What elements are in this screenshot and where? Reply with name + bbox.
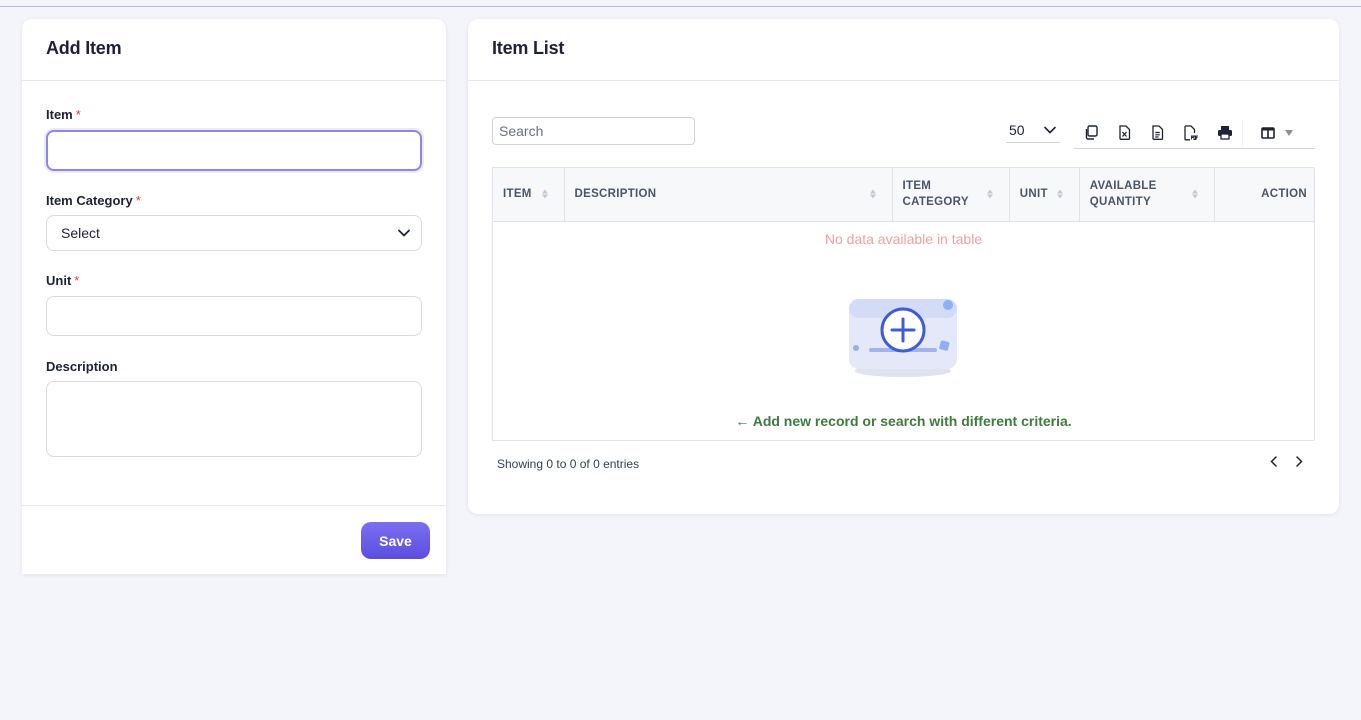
next-page-button[interactable] — [1294, 453, 1304, 469]
unit-input[interactable] — [46, 296, 422, 336]
pagination — [1268, 453, 1304, 469]
top-bar — [0, 0, 1361, 7]
columns-icon — [1261, 126, 1275, 139]
item-input[interactable] — [46, 130, 422, 171]
print-button[interactable] — [1208, 120, 1242, 146]
column-header-available-quantity[interactable]: AVAILABLE QUANTITY — [1079, 168, 1215, 222]
description-textarea[interactable] — [46, 381, 422, 457]
item-category-select[interactable]: Select — [46, 215, 422, 251]
excel-icon — [1119, 125, 1130, 140]
category-field-group: Item Category * Select — [46, 193, 422, 251]
pdf-button[interactable] — [1175, 120, 1209, 146]
empty-table-message: No data available in table — [824, 231, 983, 247]
item-category-label: Item Category * — [46, 193, 141, 208]
table-toolbar: 50 — [492, 117, 1315, 149]
column-header-action: ACTION — [1214, 168, 1314, 222]
sort-icon — [1191, 189, 1198, 199]
add-item-title: Add Item — [46, 38, 122, 58]
description-field-group: Description — [46, 359, 422, 457]
empty-table-hint: ← Add new record or search with differen… — [735, 413, 1072, 429]
item-label: Item * — [46, 107, 81, 122]
sort-icon — [986, 189, 993, 199]
arrow-left-icon: ← — [735, 413, 750, 429]
column-header-description[interactable]: DESCRIPTION — [564, 168, 893, 222]
column-visibility-button[interactable] — [1241, 119, 1312, 146]
csv-button[interactable] — [1141, 120, 1175, 146]
required-mark: * — [74, 273, 80, 288]
chevron-down-icon — [1044, 126, 1056, 133]
add-record-illustration-icon — [849, 299, 957, 377]
sort-icon — [869, 189, 876, 199]
previous-page-button[interactable] — [1268, 453, 1278, 469]
table-header-row: ITEM DESCRIPTION ITEM CATEGORY UNIT AVAI… — [493, 168, 1314, 222]
add-item-card: Add Item Item * Item Category * Select Uni… — [22, 19, 446, 574]
copy-button[interactable] — [1074, 120, 1108, 146]
add-item-footer: Save — [22, 505, 446, 574]
unit-label: Unit * — [46, 273, 80, 288]
column-header-item[interactable]: ITEM — [493, 168, 565, 222]
item-list-header: Item List — [468, 19, 1339, 81]
page-length-select[interactable]: 50 — [1006, 117, 1060, 143]
item-list-title: Item List — [492, 38, 565, 58]
column-header-item-category[interactable]: ITEM CATEGORY — [892, 168, 1010, 222]
item-table: ITEM DESCRIPTION ITEM CATEGORY UNIT AVAI… — [492, 167, 1315, 441]
pdf-icon — [1184, 124, 1200, 140]
add-item-form: Item * Item Category * Select Unit * Descri… — [22, 81, 446, 457]
copy-icon — [1085, 125, 1098, 140]
caret-down-icon — [1285, 129, 1293, 136]
required-mark: * — [135, 193, 141, 208]
save-button[interactable]: Save — [361, 522, 430, 559]
item-category-value: Select — [61, 225, 100, 241]
sort-icon — [1056, 189, 1063, 199]
add-item-header: Add Item — [22, 19, 446, 81]
excel-button[interactable] — [1108, 120, 1142, 146]
required-mark: * — [75, 107, 81, 122]
table-info: Showing 0 to 0 of 0 entries — [497, 457, 640, 471]
chevron-down-icon — [398, 229, 410, 237]
description-label: Description — [46, 359, 118, 374]
search-input[interactable] — [492, 117, 695, 145]
chevron-left-icon — [1269, 455, 1277, 467]
column-header-unit[interactable]: UNIT — [1009, 168, 1080, 222]
item-field-group: Item * — [46, 107, 422, 171]
export-buttons — [1074, 117, 1315, 149]
csv-icon — [1152, 125, 1164, 140]
print-icon — [1217, 126, 1232, 140]
unit-field-group: Unit * — [46, 273, 422, 336]
sort-icon — [541, 189, 548, 199]
chevron-right-icon — [1295, 455, 1303, 467]
item-list-card: Item List 50 — [468, 19, 1339, 514]
page-length-value: 50 — [1009, 121, 1025, 138]
